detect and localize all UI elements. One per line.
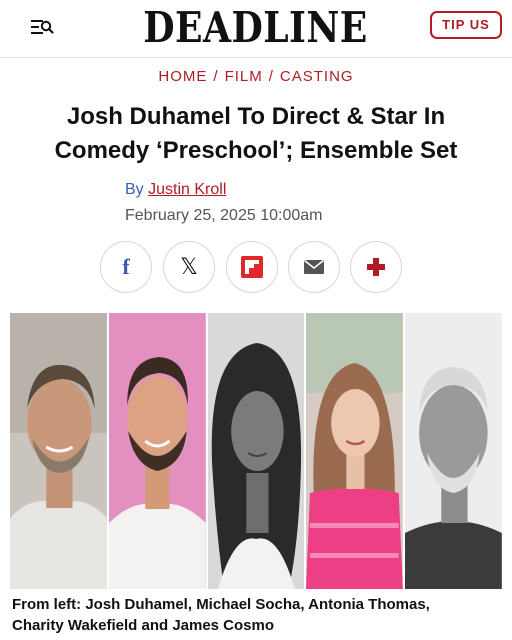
email-icon (304, 259, 324, 274)
caption-line-2: Charity Wakefield and James Cosmo (12, 617, 275, 634)
photo-josh-duhamel (10, 313, 107, 589)
breadcrumb-separator: / (268, 68, 274, 85)
article-headline: Josh Duhamel To Direct & Star In Comedy … (20, 100, 492, 168)
share-buttons: f 𝕏 (100, 241, 412, 293)
facebook-share-button[interactable]: f (100, 241, 152, 293)
site-header: DEADLINE TIP US (0, 0, 512, 58)
breadcrumb-casting[interactable]: CASTING (280, 68, 354, 85)
tip-us-button[interactable]: TIP US (430, 11, 502, 39)
caption-line-1: From left: Josh Duhamel, Michael Socha, … (12, 596, 430, 613)
x-share-button[interactable]: 𝕏 (163, 241, 215, 293)
facebook-icon: f (122, 254, 130, 279)
headline-line-1: Josh Duhamel To Direct & Star In (66, 103, 446, 130)
x-icon: 𝕏 (180, 254, 198, 280)
byline: By Justin Kroll (125, 181, 226, 199)
breadcrumb-home[interactable]: HOME (158, 68, 207, 85)
site-logo-text: DEADLINE (143, 3, 369, 52)
flipboard-icon (241, 256, 263, 278)
photo-charity-wakefield (306, 313, 404, 589)
photo-antonia-thomas (207, 313, 305, 589)
flipboard-share-button[interactable] (226, 241, 278, 293)
photo-james-cosmo (405, 313, 502, 589)
publish-date: February 25, 2025 10:00am (125, 207, 323, 224)
more-share-icon (367, 258, 385, 276)
breadcrumb-film[interactable]: FILM (225, 68, 263, 85)
more-share-button[interactable] (350, 241, 402, 293)
byline-prefix: By (125, 181, 144, 198)
breadcrumb: HOME / FILM / CASTING (0, 68, 512, 85)
breadcrumb-separator: / (213, 68, 219, 85)
headline-line-2: Comedy ‘Preschool’; Ensemble Set (54, 137, 458, 164)
email-share-button[interactable] (288, 241, 340, 293)
author-link[interactable]: Justin Kroll (148, 181, 226, 198)
photo-caption: From left: Josh Duhamel, Michael Socha, … (12, 594, 498, 636)
photo-michael-socha (108, 313, 206, 589)
cast-photo-collage (10, 313, 502, 589)
